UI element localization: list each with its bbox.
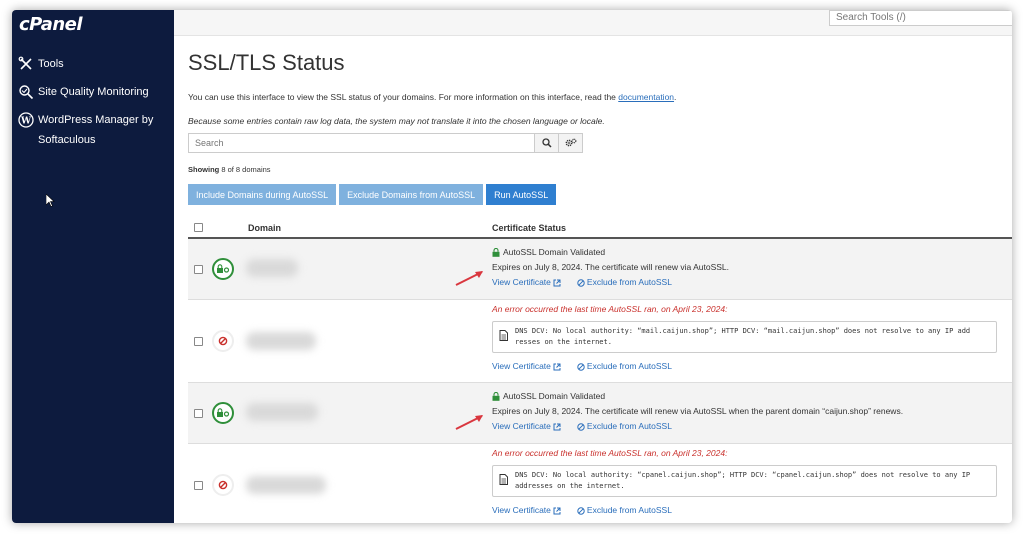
row-checkbox[interactable] xyxy=(194,265,203,274)
redacted-domain xyxy=(246,403,318,421)
table-header: Domain Certificate Status xyxy=(188,216,1012,239)
external-link-icon xyxy=(553,423,561,430)
wordpress-icon: W xyxy=(18,112,34,128)
status-error-icon xyxy=(212,330,234,352)
settings-button[interactable] xyxy=(558,133,583,153)
lock-icon xyxy=(492,392,500,401)
action-buttons: Include Domains during AutoSSL Exclude D… xyxy=(188,184,557,205)
view-certificate-link[interactable]: View Certificate xyxy=(492,419,561,434)
column-header-status[interactable]: Certificate Status xyxy=(492,223,566,233)
status-error-icon xyxy=(212,474,234,496)
intro-text: You can use this interface to view the S… xyxy=(188,92,677,102)
ban-icon xyxy=(577,506,585,515)
exclude-from-autossl-link[interactable]: Exclude from AutoSSL xyxy=(577,419,672,434)
external-link-icon xyxy=(553,507,561,514)
status-validated-icon xyxy=(212,258,234,280)
document-icon xyxy=(499,330,508,341)
document-icon xyxy=(499,474,508,485)
exclude-from-autossl-link[interactable]: Exclude from AutoSSL xyxy=(577,275,672,290)
ban-icon xyxy=(577,278,585,287)
top-bar: Search Tools (/) xyxy=(174,10,1012,36)
sidebar-item-tools[interactable]: Tools xyxy=(18,54,64,74)
include-domains-button[interactable]: Include Domains during AutoSSL xyxy=(188,184,337,205)
error-title: An error occurred the last time AutoSSL … xyxy=(492,304,728,314)
expiry-text: Expires on July 8, 2024. The certificate… xyxy=(492,406,904,416)
sidebar-item-wordpress[interactable]: W WordPress Manager by Softaculous xyxy=(18,110,168,150)
showing-count: Showing 8 of 8 domains xyxy=(188,165,271,174)
exclude-from-autossl-link[interactable]: Exclude from AutoSSL xyxy=(577,503,672,518)
table-row: AutoSSL Domain Validated Expires on July… xyxy=(188,239,1012,300)
error-log-box: DNS DCV: No local authority: “mail.caiju… xyxy=(492,321,997,353)
redacted-domain xyxy=(246,332,316,350)
redacted-domain xyxy=(246,259,298,277)
view-certificate-link[interactable]: View Certificate xyxy=(492,275,561,290)
documentation-link[interactable]: documentation xyxy=(618,92,674,102)
table-row: An error occurred the last time AutoSSL … xyxy=(188,300,1012,383)
status-label: AutoSSL Domain Validated xyxy=(503,391,606,401)
table-row: An error occurred the last time AutoSSL … xyxy=(188,444,1012,523)
certificate-status-cell: An error occurred the last time AutoSSL … xyxy=(492,302,997,374)
exclude-domains-button[interactable]: Exclude Domains from AutoSSL xyxy=(339,184,484,205)
sidebar-item-label: Tools xyxy=(38,58,64,70)
cpanel-logo[interactable]: cPanel xyxy=(19,14,83,35)
certificate-status-cell: An error occurred the last time AutoSSL … xyxy=(492,446,997,518)
row-checkbox[interactable] xyxy=(194,409,203,418)
search-tools-input[interactable]: Search Tools (/) xyxy=(829,10,1012,26)
status-validated-icon xyxy=(212,402,234,424)
ban-icon xyxy=(577,422,585,431)
external-link-icon xyxy=(553,363,561,370)
search-input[interactable] xyxy=(188,133,535,153)
main-content: Search Tools (/) SSL/TLS Status You can … xyxy=(174,10,1012,523)
sidebar: cPanel Tools Site Quality Monitoring W W… xyxy=(12,10,174,523)
annotation-arrow-icon xyxy=(455,415,483,430)
row-checkbox[interactable] xyxy=(194,337,203,346)
app-window: cPanel Tools Site Quality Monitoring W W… xyxy=(12,10,1012,523)
lock-icon xyxy=(492,248,500,257)
external-link-icon xyxy=(553,279,561,286)
certificate-status-cell: AutoSSL Domain Validated Expires on July… xyxy=(492,389,903,434)
view-certificate-link[interactable]: View Certificate xyxy=(492,359,561,374)
row-checkbox[interactable] xyxy=(194,481,203,490)
mouse-cursor-icon xyxy=(46,194,55,207)
column-header-domain[interactable]: Domain xyxy=(248,223,281,233)
redacted-domain xyxy=(246,476,326,494)
search-icon xyxy=(541,138,552,148)
sidebar-item-label: WordPress Manager by Softaculous xyxy=(38,114,154,146)
ban-icon xyxy=(577,362,585,371)
table-row: AutoSSL Domain Validated Expires on July… xyxy=(188,383,1012,444)
search-button[interactable] xyxy=(534,133,559,153)
domains-table: Domain Certificate Status AutoSSL Domain… xyxy=(188,216,1012,523)
select-all-checkbox[interactable] xyxy=(194,223,203,232)
certificate-status-cell: AutoSSL Domain Validated Expires on July… xyxy=(492,245,729,290)
page-title: SSL/TLS Status xyxy=(188,50,345,75)
annotation-arrow-icon xyxy=(455,271,483,286)
locale-note: Because some entries contain raw log dat… xyxy=(188,116,605,126)
site-quality-icon xyxy=(19,85,34,100)
error-log-box: DNS DCV: No local authority: “cpanel.cai… xyxy=(492,465,997,497)
status-label: AutoSSL Domain Validated xyxy=(503,247,606,257)
exclude-from-autossl-link[interactable]: Exclude from AutoSSL xyxy=(577,359,672,374)
view-certificate-link[interactable]: View Certificate xyxy=(492,503,561,518)
expiry-text: Expires on July 8, 2024. The certificate… xyxy=(492,262,730,272)
gears-icon xyxy=(565,138,576,147)
svg-text:W: W xyxy=(20,117,32,127)
error-title: An error occurred the last time AutoSSL … xyxy=(492,448,728,458)
run-autossl-button[interactable]: Run AutoSSL xyxy=(486,184,557,205)
search-bar xyxy=(188,133,583,153)
tools-icon xyxy=(18,56,32,70)
sidebar-item-site-quality[interactable]: Site Quality Monitoring xyxy=(18,82,149,102)
sidebar-item-label: Site Quality Monitoring xyxy=(38,86,149,98)
